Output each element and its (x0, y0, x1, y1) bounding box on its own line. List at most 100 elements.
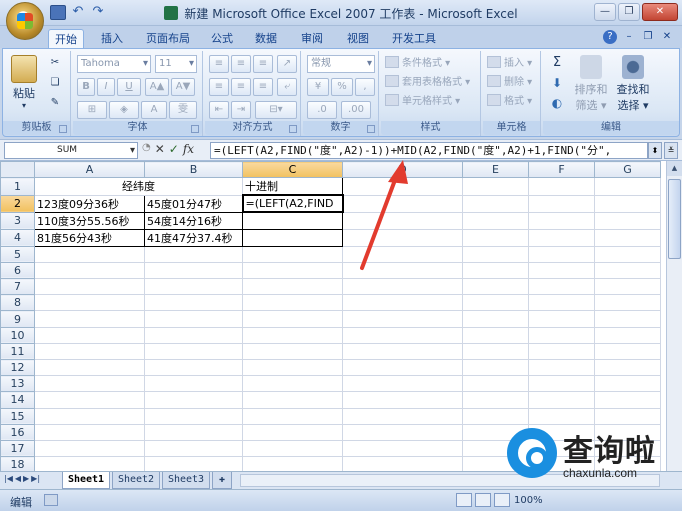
cell-g4[interactable] (594, 228, 661, 247)
cell-c17[interactable] (242, 439, 343, 458)
cell-d1[interactable] (342, 177, 463, 196)
column-header-a[interactable]: A (34, 161, 145, 179)
row-header[interactable]: 13 (0, 375, 35, 393)
cell-f10[interactable] (528, 326, 595, 344)
cell-d15[interactable] (342, 407, 463, 425)
underline-icon[interactable]: U (117, 78, 141, 96)
row-header[interactable]: 7 (0, 278, 35, 296)
tab-data[interactable]: 数据 (248, 29, 284, 48)
cell-f13[interactable] (528, 375, 595, 393)
ribbon-restore-icon[interactable]: ❐ (641, 30, 655, 44)
cell-f1[interactable] (528, 177, 595, 196)
shrink-font-icon[interactable]: A▼ (171, 78, 195, 96)
cell-c5[interactable] (242, 245, 343, 263)
tab-developer[interactable]: 开发工具 (384, 29, 444, 48)
cell-b18[interactable] (144, 456, 243, 471)
cell-a5[interactable] (34, 245, 145, 263)
cell-g10[interactable] (594, 326, 661, 344)
cell-b15[interactable] (144, 407, 243, 425)
cell-b11[interactable] (144, 342, 243, 361)
clipboard-launcher-icon[interactable] (59, 125, 67, 133)
formula-input[interactable]: =(LEFT(A2,FIND("度",A2)-1))+MID(A2,FIND("… (210, 142, 648, 159)
next-sheet-icon[interactable]: ▶ (23, 474, 29, 483)
scroll-thumb[interactable] (668, 179, 681, 259)
row-header[interactable]: 11 (0, 342, 35, 361)
cell-b14[interactable] (144, 391, 243, 409)
cell-f15[interactable] (528, 407, 595, 425)
currency-icon[interactable]: ¥ (307, 78, 329, 96)
cell-e12[interactable] (462, 358, 529, 377)
select-all-corner[interactable] (0, 161, 35, 179)
delete-cells-button[interactable]: 删除 ▾ (487, 75, 532, 91)
row-header[interactable]: 2 (0, 194, 35, 213)
cell-d11[interactable] (342, 342, 463, 361)
cell-f7[interactable] (528, 278, 595, 296)
alignment-launcher-icon[interactable] (289, 125, 297, 133)
row-header[interactable]: 10 (0, 326, 35, 344)
column-header-e[interactable]: E (462, 161, 529, 179)
sheet-tab-1[interactable]: Sheet1 (62, 472, 110, 489)
cell-b6[interactable] (144, 261, 243, 280)
row-header[interactable]: 1 (0, 177, 35, 196)
cell-b16[interactable] (144, 423, 243, 441)
cell-g8[interactable] (594, 294, 661, 312)
sort-filter-button[interactable]: 排序和 筛选 ▾ (571, 55, 611, 113)
cell-e10[interactable] (462, 326, 529, 344)
paste-button[interactable]: 粘贴 ▾ (9, 55, 39, 110)
cell-e4[interactable] (462, 228, 529, 247)
italic-icon[interactable]: I (97, 78, 115, 96)
insert-cells-button[interactable]: 插入 ▾ (487, 56, 532, 72)
cell-c10[interactable] (242, 326, 343, 344)
format-as-table-button[interactable]: 套用表格格式 ▾ (385, 75, 470, 91)
increase-decimal-icon[interactable]: .0 (307, 101, 337, 119)
function-dropdown-icon[interactable]: ◔ (142, 142, 151, 156)
decrease-decimal-icon[interactable]: .00 (341, 101, 371, 119)
cell-g14[interactable] (594, 391, 661, 409)
cell-b5[interactable] (144, 245, 243, 263)
page-layout-view-icon[interactable] (475, 493, 491, 507)
fill-icon[interactable]: ⬇ (547, 75, 567, 93)
cell-c16[interactable] (242, 423, 343, 441)
align-left-icon[interactable]: ≡ (209, 78, 229, 96)
cell-f8[interactable] (528, 294, 595, 312)
cell-c3[interactable] (242, 211, 343, 230)
row-header[interactable]: 8 (0, 294, 35, 312)
cell-b8[interactable] (144, 294, 243, 312)
cell-a11[interactable] (34, 342, 145, 361)
cell-c9[interactable] (242, 310, 343, 328)
cell-g11[interactable] (594, 342, 661, 361)
cell-d7[interactable] (342, 278, 463, 296)
normal-view-icon[interactable] (456, 493, 472, 507)
cell-a4[interactable]: 81度56分43秒 (34, 228, 145, 247)
row-header[interactable]: 14 (0, 391, 35, 409)
cell-b10[interactable] (144, 326, 243, 344)
cell-f2[interactable] (528, 194, 595, 213)
copy-icon[interactable]: ❏ (45, 75, 65, 93)
cell-b4[interactable]: 41度47分37.4秒 (144, 228, 243, 247)
cell-a10[interactable] (34, 326, 145, 344)
cell-g9[interactable] (594, 310, 661, 328)
row-header[interactable]: 18 (0, 456, 35, 471)
row-header[interactable]: 3 (0, 211, 35, 230)
bold-icon[interactable]: B (77, 78, 95, 96)
cell-g5[interactable] (594, 245, 661, 263)
cell-c14[interactable] (242, 391, 343, 409)
comma-icon[interactable]: , (355, 78, 375, 96)
column-header-d[interactable]: D (342, 161, 463, 179)
row-header[interactable]: 5 (0, 245, 35, 263)
autosum-icon[interactable]: Σ (547, 55, 567, 73)
cell-e9[interactable] (462, 310, 529, 328)
cell-e11[interactable] (462, 342, 529, 361)
cell-g7[interactable] (594, 278, 661, 296)
macro-record-icon[interactable] (44, 494, 58, 506)
cell-g13[interactable] (594, 375, 661, 393)
cell-e5[interactable] (462, 245, 529, 263)
cell-d14[interactable] (342, 391, 463, 409)
cell-c13[interactable] (242, 375, 343, 393)
cell-d9[interactable] (342, 310, 463, 328)
number-format-combo[interactable]: 常规 (307, 55, 375, 73)
cell-f6[interactable] (528, 261, 595, 280)
cell-c2[interactable]: =(LEFT(A2,FIND (241, 194, 344, 214)
cell-e14[interactable] (462, 391, 529, 409)
merge-center-icon[interactable]: ⊟▾ (255, 101, 297, 119)
